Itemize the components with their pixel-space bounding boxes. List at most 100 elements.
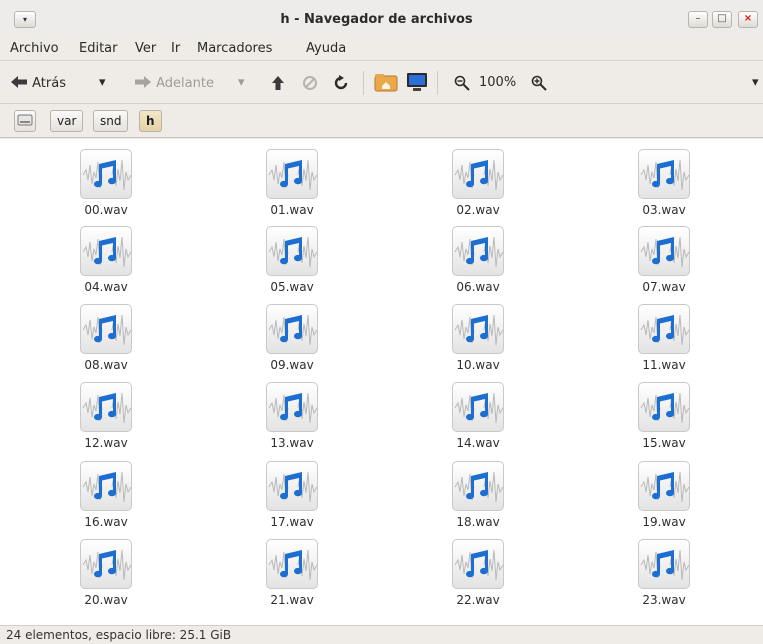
file-item[interactable]: 17.wav [232,461,352,537]
file-name: 00.wav [84,203,128,217]
forward-arrow-icon [135,76,151,88]
menu-ver[interactable]: Ver [135,41,156,56]
file-item[interactable]: 02.wav [418,149,538,225]
file-item[interactable]: 10.wav [418,304,538,380]
zoom-out-icon [454,75,470,91]
audio-file-icon [452,304,504,354]
stop-icon [303,76,317,90]
file-name: 15.wav [642,436,686,450]
menu-marcadores[interactable]: Marcadores [197,41,272,56]
file-item[interactable]: 23.wav [604,539,724,615]
file-name: 10.wav [456,358,500,372]
menu-ir[interactable]: Ir [171,41,180,56]
location-bar: var snd h [0,104,763,138]
file-item[interactable]: 01.wav [232,149,352,225]
toolbar-separator [437,71,438,95]
stop-button[interactable] [302,75,318,95]
drive-icon [17,114,33,126]
file-item[interactable]: 21.wav [232,539,352,615]
audio-file-icon [452,539,504,589]
audio-file-icon [266,382,318,432]
audio-file-icon [266,304,318,354]
breadcrumb-h[interactable]: h [139,110,162,132]
audio-file-icon [266,539,318,589]
audio-file-icon [638,304,690,354]
up-button[interactable] [271,75,285,95]
file-item[interactable]: 03.wav [604,149,724,225]
minimize-button[interactable]: – [688,11,708,28]
audio-file-icon [266,149,318,199]
file-name: 11.wav [642,358,686,372]
audio-file-icon [638,382,690,432]
file-name: 16.wav [84,515,128,529]
audio-file-icon [266,461,318,511]
file-item[interactable]: 11.wav [604,304,724,380]
file-item[interactable]: 12.wav [46,382,166,458]
up-arrow-icon [272,76,284,90]
forward-history-dropdown[interactable]: ▾ [238,75,245,90]
toolbar-overflow-dropdown[interactable]: ▾ [752,75,759,90]
file-name: 05.wav [270,280,314,294]
back-button[interactable]: Atrás [10,75,66,91]
breadcrumb-var[interactable]: var [50,110,84,132]
reload-button[interactable] [333,75,349,95]
audio-file-icon [638,539,690,589]
file-name: 03.wav [642,203,686,217]
file-item[interactable]: 13.wav [232,382,352,458]
file-name: 17.wav [270,515,314,529]
audio-file-icon [80,539,132,589]
file-item[interactable]: 16.wav [46,461,166,537]
audio-file-icon [452,382,504,432]
computer-button[interactable] [405,72,429,96]
file-item[interactable]: 06.wav [418,226,538,302]
file-name: 09.wav [270,358,314,372]
file-item[interactable]: 04.wav [46,226,166,302]
file-item[interactable]: 07.wav [604,226,724,302]
audio-file-icon [638,461,690,511]
file-item[interactable]: 22.wav [418,539,538,615]
zoom-level[interactable]: 100% [479,75,516,90]
file-item[interactable]: 14.wav [418,382,538,458]
forward-button[interactable]: Adelante [134,75,214,91]
breadcrumb-snd[interactable]: snd [93,110,129,132]
file-item[interactable]: 09.wav [232,304,352,380]
maximize-button[interactable]: □ [712,11,732,28]
audio-file-icon [638,226,690,276]
menu-ayuda[interactable]: Ayuda [306,41,346,56]
file-name: 23.wav [642,593,686,607]
file-item[interactable]: 18.wav [418,461,538,537]
computer-icon [407,73,427,91]
file-name: 20.wav [84,593,128,607]
home-button[interactable] [374,72,398,96]
file-item[interactable]: 15.wav [604,382,724,458]
menu-editar[interactable]: Editar [79,41,118,56]
back-history-dropdown[interactable]: ▾ [99,75,106,90]
back-arrow-icon [11,76,27,88]
zoom-in-icon [531,75,547,91]
status-bar: 24 elementos, espacio libre: 25.1 GiB [0,625,763,644]
back-label: Atrás [32,76,66,91]
file-name: 07.wav [642,280,686,294]
file-name: 04.wav [84,280,128,294]
file-name: 18.wav [456,515,500,529]
toolbar: Atrás ▾ Adelante ▾ 100% ▾ [0,60,763,104]
title-bar: ▾ h - Navegador de archivos – □ × [0,0,763,36]
forward-label: Adelante [156,76,214,91]
menu-archivo[interactable]: Archivo [10,41,59,56]
file-item[interactable]: 00.wav [46,149,166,225]
zoom-in-button[interactable] [531,75,547,95]
file-item[interactable]: 19.wav [604,461,724,537]
audio-file-icon [80,461,132,511]
drive-button[interactable] [14,110,36,132]
file-name: 13.wav [270,436,314,450]
file-item[interactable]: 08.wav [46,304,166,380]
file-view[interactable]: 00.wav 01.wav 02.wav 03.wav 04.wav 05.wav 06.w… [0,139,763,625]
status-text: 24 elementos, espacio libre: 25.1 GiB [6,628,232,642]
home-folder-icon [374,74,398,92]
file-name: 12.wav [84,436,128,450]
zoom-out-button[interactable] [454,75,470,95]
file-item[interactable]: 20.wav [46,539,166,615]
file-item[interactable]: 05.wav [232,226,352,302]
close-button[interactable]: × [738,11,758,28]
audio-file-icon [452,149,504,199]
